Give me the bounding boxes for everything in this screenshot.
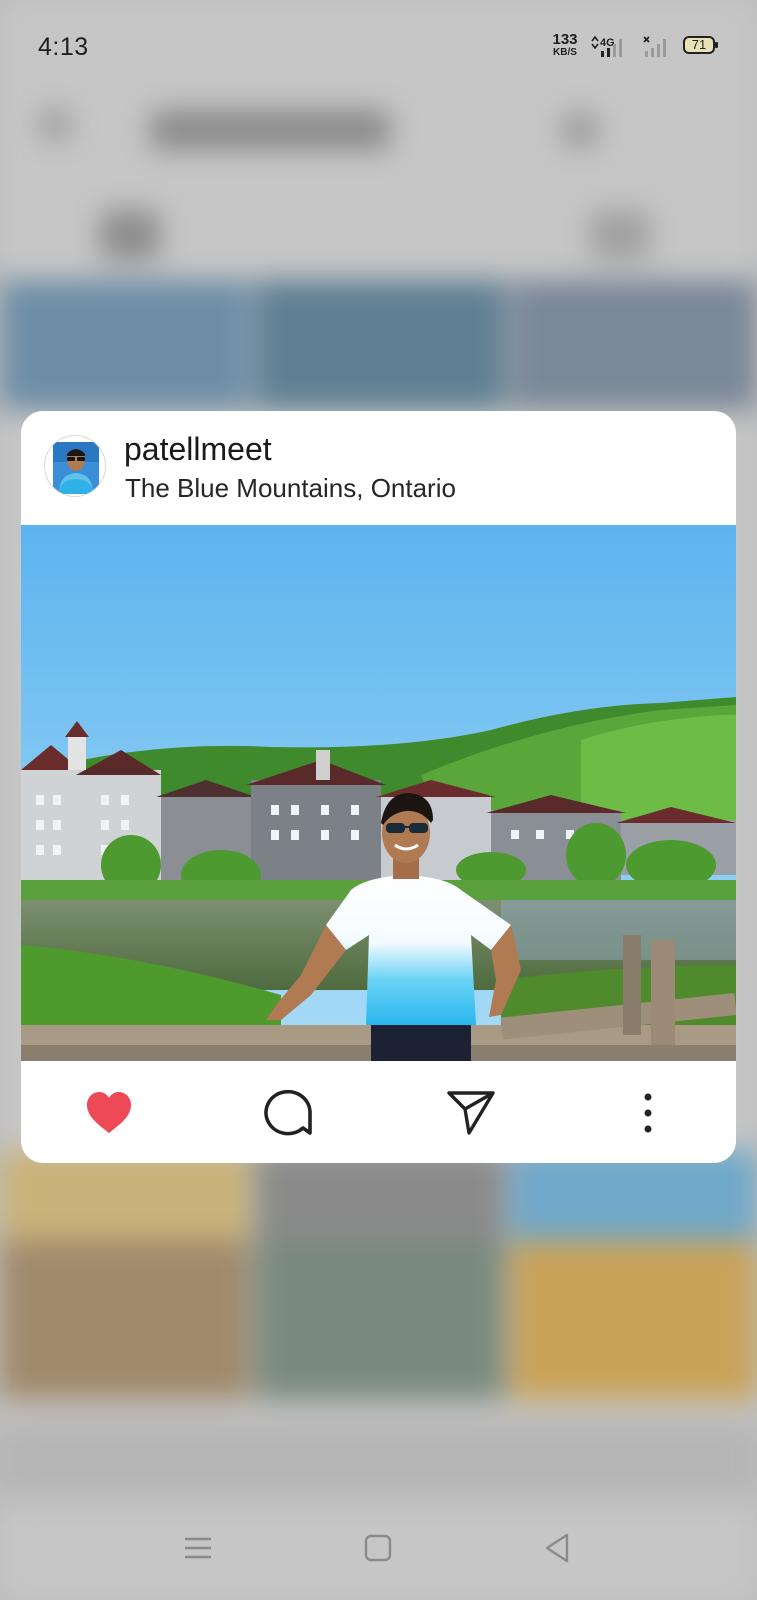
heart-icon[interactable] [83, 1087, 135, 1139]
post-preview-card[interactable]: patellmeet The Blue Mountains, Ontario [21, 411, 736, 1163]
avatar[interactable] [44, 435, 106, 497]
status-bar: 4:13 133 KB/S 4G 71 [0, 0, 757, 90]
comment-icon[interactable] [263, 1087, 315, 1139]
battery-icon: 71 [683, 36, 718, 54]
bg-tagged-tab [590, 210, 650, 260]
bg-bottom-navigation [0, 1420, 757, 1500]
send-icon[interactable] [445, 1087, 497, 1139]
home-square-icon[interactable] [358, 1528, 398, 1568]
bg-grid-tab [100, 210, 160, 260]
network-speed: 133 KB/S [548, 32, 582, 58]
system-navigation-bar [0, 1510, 757, 1600]
network-speed-value: 133 [552, 31, 578, 48]
status-time: 4:13 [38, 33, 89, 61]
post-actions-bar [21, 1061, 736, 1163]
menu-icon[interactable] [178, 1528, 218, 1568]
bg-grid-row [0, 1240, 757, 1400]
post-header: patellmeet The Blue Mountains, Ontario [21, 411, 736, 525]
network-type-label: 4G [600, 37, 615, 49]
bg-grid-row [0, 1150, 757, 1240]
network-speed-unit: KB/S [553, 47, 577, 58]
battery-level: 71 [691, 37, 707, 52]
post-photo [21, 525, 736, 1061]
signal-no-service-icon [643, 36, 666, 57]
more-vertical-icon[interactable] [633, 1087, 663, 1139]
post-username[interactable]: patellmeet [124, 431, 272, 468]
bg-menu-icon [560, 110, 600, 150]
bg-grid-row [0, 280, 757, 410]
post-location[interactable]: The Blue Mountains, Ontario [125, 473, 456, 504]
avatar-image [53, 442, 99, 494]
back-triangle-icon[interactable] [538, 1528, 578, 1568]
signal-4g-icon: 4G [591, 35, 622, 57]
bg-profile-title [150, 110, 390, 150]
bg-back-button [40, 110, 70, 140]
